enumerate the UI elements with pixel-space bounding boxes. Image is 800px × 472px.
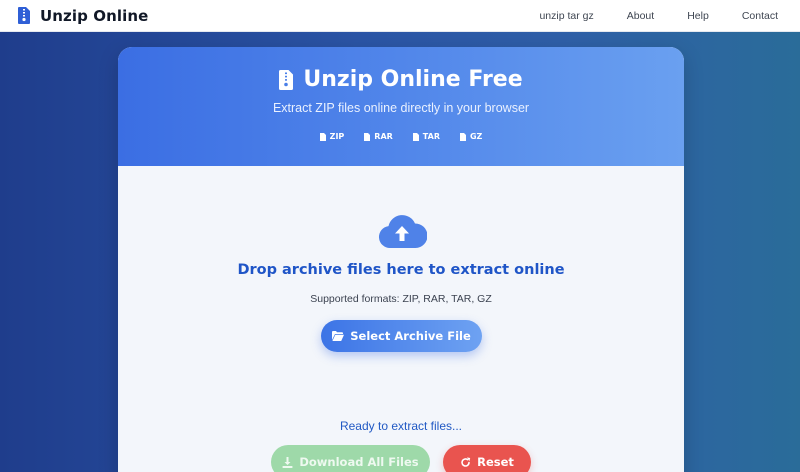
nav-links: unzip tar gz About Help Contact xyxy=(539,10,778,22)
download-all-label: Download All Files xyxy=(299,455,419,469)
format-tag-zip: ZIP xyxy=(319,132,345,141)
brand-name: Unzip Online xyxy=(40,6,149,25)
redo-icon xyxy=(461,456,471,467)
top-navbar: Unzip Online unzip tar gz About Help Con… xyxy=(0,0,800,32)
unzip-card: Unzip Online Free Extract ZIP files onli… xyxy=(118,47,684,472)
format-label: RAR xyxy=(374,132,393,141)
supported-formats: Supported formats: ZIP, RAR, TAR, GZ xyxy=(310,293,492,305)
card-subtitle: Extract ZIP files online directly in you… xyxy=(272,101,530,115)
format-tag-gz: GZ xyxy=(459,132,483,141)
select-archive-label: Select Archive File xyxy=(350,329,471,343)
file-icon xyxy=(459,132,466,141)
format-label: TAR xyxy=(422,132,440,141)
cloud-upload-icon xyxy=(379,215,427,249)
nav-link-help[interactable]: Help xyxy=(687,10,709,22)
download-icon xyxy=(282,456,293,468)
folder-open-icon xyxy=(332,331,345,341)
status-text: Ready to extract files... xyxy=(339,419,463,433)
nav-link-about[interactable]: About xyxy=(627,10,654,22)
reset-button[interactable]: Reset xyxy=(443,445,531,472)
select-archive-button[interactable]: Select Archive File xyxy=(321,320,482,352)
zip-file-icon xyxy=(279,69,294,90)
drop-heading: Drop archive files here to extract onlin… xyxy=(237,262,565,278)
brand[interactable]: Unzip Online xyxy=(18,7,148,25)
drop-zone[interactable]: Drop archive files here to extract onlin… xyxy=(118,166,684,406)
reset-label: Reset xyxy=(477,455,514,469)
file-icon xyxy=(364,132,371,141)
format-label: GZ xyxy=(469,132,483,141)
action-buttons: Download All Files Reset xyxy=(271,445,571,472)
format-tag-tar: TAR xyxy=(412,132,440,141)
nav-link-contact[interactable]: Contact xyxy=(742,10,778,22)
card-title: Unzip Online Free xyxy=(303,67,523,92)
format-label: ZIP xyxy=(329,132,345,141)
card-header: Unzip Online Free Extract ZIP files onli… xyxy=(118,47,684,166)
file-icon xyxy=(319,132,326,141)
nav-link-unzip-tar-gz[interactable]: unzip tar gz xyxy=(539,10,593,22)
download-all-button[interactable]: Download All Files xyxy=(271,445,430,472)
title-row: Unzip Online Free xyxy=(118,67,684,92)
zip-file-icon xyxy=(18,7,30,24)
format-tag-rar: RAR xyxy=(364,132,393,141)
format-list: ZIP RAR TAR GZ xyxy=(118,132,684,141)
file-icon xyxy=(412,132,419,141)
